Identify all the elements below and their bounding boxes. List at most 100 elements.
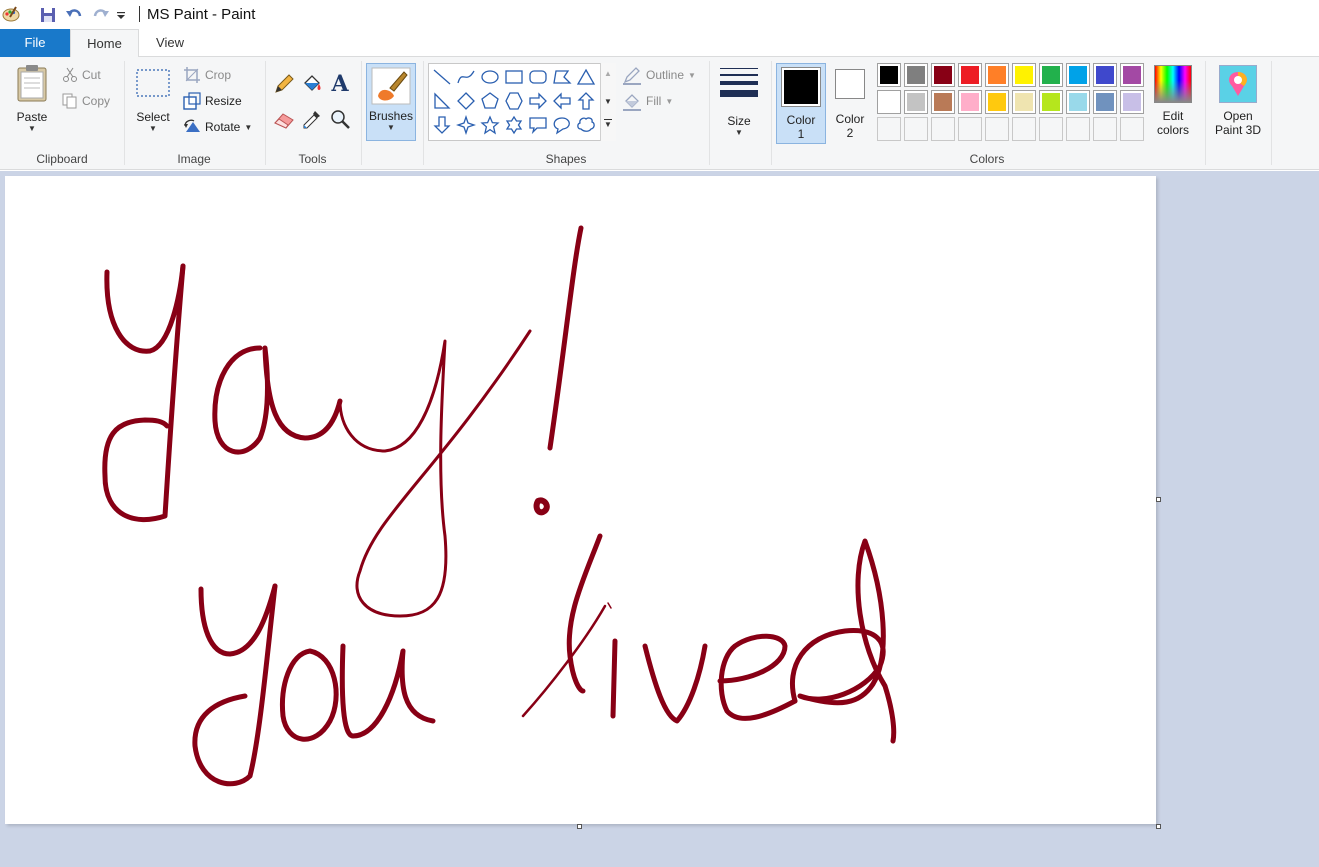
palette-swatch[interactable] xyxy=(1066,90,1090,114)
select-button[interactable]: Select ▼ xyxy=(133,67,173,143)
size-button[interactable]: Size ▼ xyxy=(716,65,762,143)
palette-swatch[interactable] xyxy=(985,63,1009,87)
eraser-icon[interactable] xyxy=(272,107,296,131)
palette-swatch[interactable] xyxy=(877,90,901,114)
palette-swatch[interactable] xyxy=(1066,63,1090,87)
diamond-shape-icon[interactable] xyxy=(455,90,477,112)
up-arrow-shape-icon[interactable] xyxy=(575,90,597,112)
palette-swatch-empty[interactable] xyxy=(1039,117,1063,141)
paint-3d-line2: Paint 3D xyxy=(1214,123,1262,137)
rectangular-callout-shape-icon[interactable] xyxy=(527,114,549,136)
palette-swatch-fill xyxy=(907,93,925,111)
palette-swatch[interactable] xyxy=(958,90,982,114)
pentagon-shape-icon[interactable] xyxy=(479,90,501,112)
palette-swatch-empty[interactable] xyxy=(931,117,955,141)
fill-button[interactable]: Fill ▼ xyxy=(622,91,673,111)
palette-swatch[interactable] xyxy=(904,63,928,87)
four-point-star-shape-icon[interactable] xyxy=(455,114,477,136)
select-dropdown-icon[interactable]: ▼ xyxy=(133,124,173,133)
pencil-icon[interactable] xyxy=(272,72,296,96)
fill-dropdown-icon[interactable]: ▼ xyxy=(665,97,673,106)
outline-button[interactable]: Outline ▼ xyxy=(622,65,696,85)
tab-view[interactable]: View xyxy=(139,29,201,57)
expand-gallery-icon[interactable]: ▼ xyxy=(604,119,612,129)
five-point-star-shape-icon[interactable] xyxy=(479,114,501,136)
brushes-button[interactable]: Brushes ▼ xyxy=(366,63,416,141)
size-dropdown-icon[interactable]: ▼ xyxy=(716,128,762,137)
right-arrow-shape-icon[interactable] xyxy=(527,90,549,112)
redo-icon[interactable] xyxy=(91,5,111,25)
six-point-star-shape-icon[interactable] xyxy=(503,114,525,136)
rectangle-shape-icon[interactable] xyxy=(503,66,525,88)
palette-swatch[interactable] xyxy=(958,63,982,87)
palette-swatch-empty[interactable] xyxy=(958,117,982,141)
rounded-rectangle-shape-icon[interactable] xyxy=(527,66,549,88)
paint-app-icon[interactable] xyxy=(2,5,20,23)
save-icon[interactable] xyxy=(38,5,58,25)
rotate-dropdown-icon[interactable]: ▼ xyxy=(244,123,252,132)
palette-swatch-empty[interactable] xyxy=(1066,117,1090,141)
color2-button[interactable]: Color 2 xyxy=(828,63,872,144)
scroll-up-icon[interactable]: ▲ xyxy=(604,69,612,78)
shapes-scroller[interactable]: ▲ ▼ ▼ xyxy=(600,63,616,141)
fill-bucket-icon[interactable] xyxy=(300,72,324,96)
curve-shape-icon[interactable] xyxy=(455,66,477,88)
palette-swatch-empty[interactable] xyxy=(1120,117,1144,141)
palette-swatch-fill xyxy=(880,66,898,84)
canvas-resize-handle-right[interactable] xyxy=(1156,497,1161,502)
paste-dropdown-icon[interactable]: ▼ xyxy=(10,124,54,133)
color1-button[interactable]: Color 1 xyxy=(776,63,826,144)
triangle-shape-icon[interactable] xyxy=(575,66,597,88)
oval-shape-icon[interactable] xyxy=(479,66,501,88)
palette-swatch[interactable] xyxy=(1120,90,1144,114)
right-triangle-shape-icon[interactable] xyxy=(431,90,453,112)
canvas-workspace[interactable] xyxy=(0,171,1319,867)
outline-dropdown-icon[interactable]: ▼ xyxy=(688,71,696,80)
tab-file[interactable]: File xyxy=(0,29,70,57)
drawing-canvas[interactable] xyxy=(5,176,1156,824)
canvas-resize-handle-corner[interactable] xyxy=(1156,824,1161,829)
rotate-button[interactable]: Rotate ▼ xyxy=(183,117,252,137)
text-tool-icon[interactable]: A xyxy=(328,71,352,97)
palette-swatch-empty[interactable] xyxy=(1093,117,1117,141)
palette-swatch-empty[interactable] xyxy=(904,117,928,141)
palette-swatch[interactable] xyxy=(1039,63,1063,87)
palette-swatch[interactable] xyxy=(1012,90,1036,114)
palette-swatch[interactable] xyxy=(1012,63,1036,87)
edit-colors-button[interactable]: Edit colors xyxy=(1150,63,1196,144)
color-picker-icon[interactable] xyxy=(300,107,324,131)
paste-button[interactable]: Paste ▼ xyxy=(10,63,54,141)
polygon-shape-icon[interactable] xyxy=(551,66,573,88)
palette-swatch[interactable] xyxy=(931,90,955,114)
palette-swatch[interactable] xyxy=(877,63,901,87)
customize-quick-access-icon[interactable] xyxy=(114,5,128,25)
scroll-down-icon[interactable]: ▼ xyxy=(604,97,612,106)
palette-swatch[interactable] xyxy=(1120,63,1144,87)
copy-button[interactable]: Copy xyxy=(62,91,110,111)
cut-button[interactable]: Cut xyxy=(62,65,101,85)
palette-swatch[interactable] xyxy=(1093,63,1117,87)
hexagon-shape-icon[interactable] xyxy=(503,90,525,112)
undo-icon[interactable] xyxy=(64,5,84,25)
palette-swatch[interactable] xyxy=(985,90,1009,114)
palette-swatch-empty[interactable] xyxy=(1012,117,1036,141)
palette-swatch-empty[interactable] xyxy=(985,117,1009,141)
down-arrow-shape-icon[interactable] xyxy=(431,114,453,136)
magnifier-icon[interactable] xyxy=(328,107,352,131)
line-shape-icon[interactable] xyxy=(431,66,453,88)
brushes-dropdown-icon[interactable]: ▼ xyxy=(367,123,415,132)
palette-swatch[interactable] xyxy=(1093,90,1117,114)
palette-swatch[interactable] xyxy=(1039,90,1063,114)
palette-swatch[interactable] xyxy=(931,63,955,87)
open-paint-3d-button[interactable]: Open Paint 3D xyxy=(1209,63,1267,144)
palette-swatch-fill xyxy=(961,93,979,111)
crop-button[interactable]: Crop xyxy=(183,65,231,85)
left-arrow-shape-icon[interactable] xyxy=(551,90,573,112)
palette-swatch[interactable] xyxy=(904,90,928,114)
oval-callout-shape-icon[interactable] xyxy=(551,114,573,136)
tab-home[interactable]: Home xyxy=(70,29,139,58)
resize-button[interactable]: Resize xyxy=(183,91,242,111)
palette-swatch-empty[interactable] xyxy=(877,117,901,141)
cloud-callout-shape-icon[interactable] xyxy=(575,114,597,136)
canvas-resize-handle-bottom[interactable] xyxy=(577,824,582,829)
